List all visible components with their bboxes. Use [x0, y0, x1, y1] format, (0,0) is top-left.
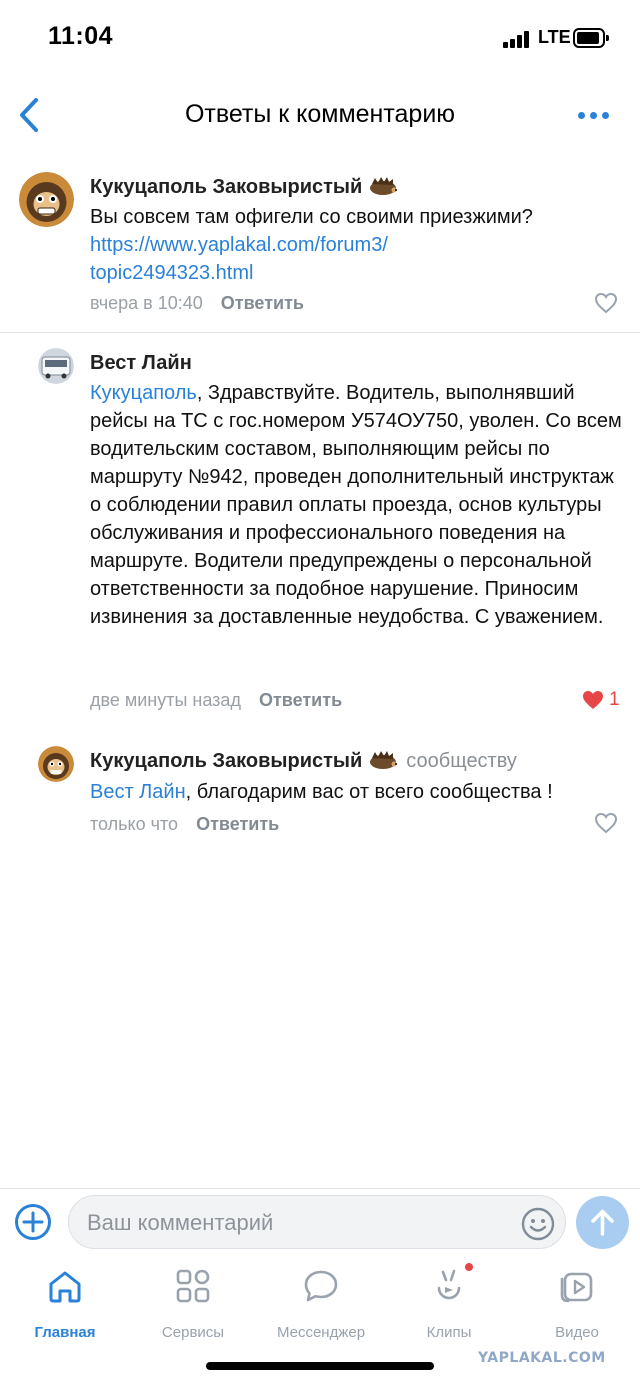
tab-messenger[interactable]: Мессенджер: [266, 1266, 376, 1342]
comment-time: только что: [90, 814, 179, 834]
comment-link[interactable]: https://www.yaplakal.com/forum3/: [90, 234, 388, 256]
add-attachment-button[interactable]: [14, 1203, 52, 1241]
comment-time: две минуты назад: [90, 690, 241, 710]
mention-link[interactable]: Кукуцаполь: [90, 382, 197, 404]
video-icon: [560, 1272, 593, 1303]
notification-dot: [465, 1263, 473, 1271]
emoji-button[interactable]: [521, 1207, 555, 1241]
comment-text: Вы совсем там офигели со своими приезжим…: [90, 206, 533, 284]
status-bar: 11:04 LTE: [0, 0, 640, 80]
comment-author[interactable]: Вест Лайн: [90, 352, 192, 375]
header: Ответы к комментарию: [0, 80, 640, 150]
like-button[interactable]: [594, 812, 634, 838]
like-count: 1: [609, 689, 620, 710]
avatar[interactable]: [19, 172, 74, 227]
avatar[interactable]: [38, 348, 74, 384]
comment-composer: [0, 1188, 640, 1254]
tab-video[interactable]: Видео: [522, 1266, 632, 1342]
like-button[interactable]: 1: [581, 689, 621, 715]
tab-clips[interactable]: Клипы: [394, 1263, 504, 1342]
tab-label: Мессенджер: [276, 1324, 366, 1341]
hedgehog-icon: [368, 750, 398, 776]
arrow-up-icon: [591, 1209, 614, 1236]
like-button[interactable]: [594, 292, 634, 318]
comment-text: Вест Лайн, благодарим вас от всего сообщ…: [90, 781, 553, 803]
comment-item: Кукуцаполь Заковыристый Вы совсем там оф…: [0, 168, 640, 328]
heart-outline-icon: [594, 292, 618, 314]
tab-home[interactable]: Главная: [10, 1266, 120, 1342]
hedgehog-icon: [368, 176, 398, 202]
comment-time: вчера в 10:40: [90, 293, 203, 313]
signal-icon: [503, 31, 533, 48]
home-indicator[interactable]: [206, 1362, 434, 1370]
comment-meta: только что Ответить: [90, 814, 279, 835]
tab-bar: Главная Сервисы Мессенджер Клипы Видео Y…: [0, 1254, 640, 1386]
more-button[interactable]: [572, 100, 616, 130]
mention-link[interactable]: Вест Лайн: [90, 781, 186, 803]
ellipsis-icon: [578, 112, 585, 119]
chat-bubble-icon: [304, 1270, 338, 1302]
reply-button[interactable]: Ответить: [196, 814, 279, 834]
comment-meta: вчера в 10:40 Ответить: [90, 293, 304, 314]
network-label: LTE: [538, 27, 571, 47]
services-grid-icon: [176, 1269, 210, 1303]
reply-target: сообществу: [406, 750, 517, 772]
heart-filled-icon: [583, 691, 603, 709]
tab-label: Видео: [555, 1324, 599, 1341]
clips-icon: [437, 1269, 461, 1300]
comment-item: Кукуцаполь Заковыристый сообществу Вест Л…: [0, 740, 640, 840]
tab-label: Сервисы: [161, 1324, 225, 1341]
avatar[interactable]: [38, 746, 74, 782]
status-time: 11:04: [48, 22, 114, 50]
comment-author[interactable]: Кукуцаполь Заковыристый: [90, 176, 398, 202]
page-title: Ответы к комментарию: [184, 100, 456, 128]
comment-input-wrapper: [68, 1195, 566, 1249]
smile-icon: [521, 1207, 555, 1241]
comment-item: Вест Лайн Кукуцаполь, Здравствуйте. Води…: [0, 344, 640, 724]
tab-services[interactable]: Сервисы: [138, 1266, 248, 1342]
reply-button[interactable]: Ответить: [221, 293, 304, 313]
plus-circle-icon: [15, 1204, 51, 1240]
comment-link[interactable]: topic2494323.html: [90, 262, 253, 284]
heart-outline-icon: [594, 812, 618, 834]
tab-label: Клипы: [426, 1324, 472, 1341]
comment-input[interactable]: [87, 1208, 507, 1238]
watermark: YAPLAKAL.COM: [478, 1350, 606, 1366]
tab-label: Главная: [34, 1324, 96, 1341]
home-icon: [49, 1271, 81, 1303]
comment-meta: две минуты назад Ответить: [90, 690, 342, 711]
send-button[interactable]: [576, 1196, 629, 1249]
reply-button[interactable]: Ответить: [259, 690, 342, 710]
divider: [0, 332, 640, 333]
battery-icon: [573, 28, 609, 48]
comment-author[interactable]: Кукуцаполь Заковыристый сообществу: [90, 750, 517, 776]
comment-text: Кукуцаполь, Здравствуйте. Водитель, выпо…: [90, 382, 622, 628]
